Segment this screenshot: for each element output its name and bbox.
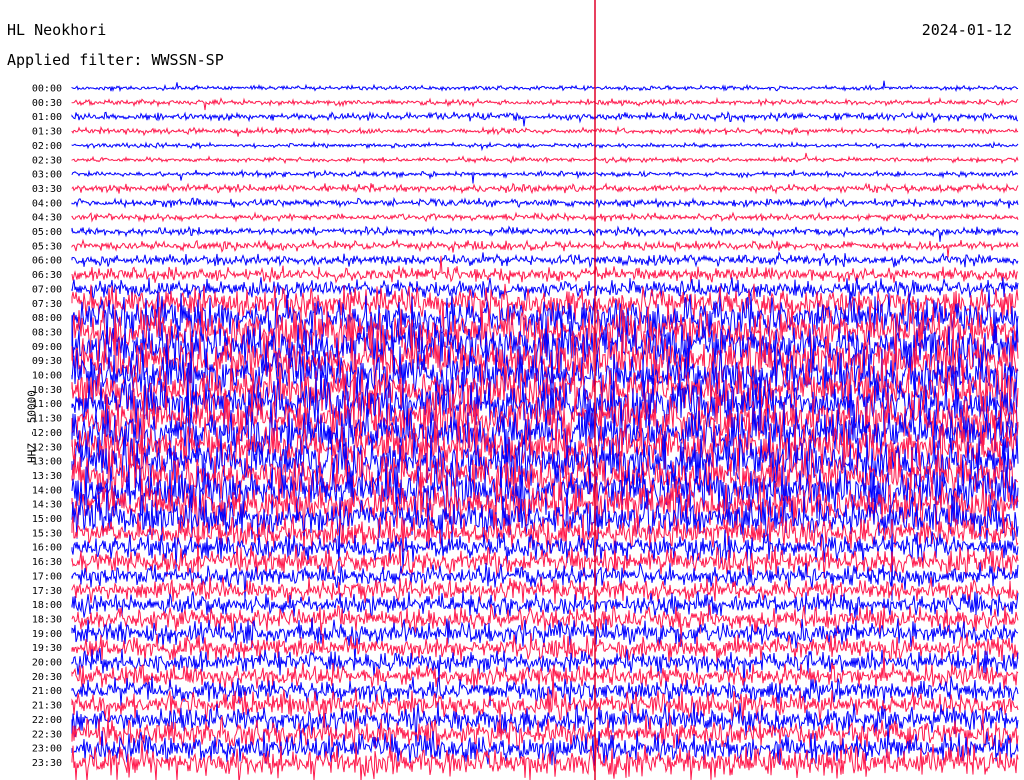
- trace-line: [71, 182, 1019, 195]
- row-time-label: 18:30: [32, 614, 62, 625]
- row-time-label: 06:00: [32, 256, 62, 267]
- row-time-label: 19:00: [32, 629, 62, 640]
- row-time-label: 01:00: [32, 112, 62, 123]
- trace-line: [71, 196, 1019, 209]
- row-time-label: 20:00: [32, 658, 62, 669]
- trace-line: [71, 545, 1019, 579]
- record-date: 2024-01-12: [921, 21, 1012, 39]
- row-time-label: 19:30: [32, 643, 62, 654]
- row-time-label: 08:00: [32, 313, 62, 324]
- row-time-label: 16:30: [32, 557, 62, 568]
- trace-line: [71, 80, 1019, 93]
- row-time-label: 21:30: [32, 701, 62, 712]
- row-time-label: 21:00: [32, 686, 62, 697]
- row-time-label: 10:00: [32, 371, 62, 382]
- row-time-label: 15:30: [32, 528, 62, 539]
- row-time-label: 22:30: [32, 729, 62, 740]
- trace-line: [71, 211, 1019, 224]
- row-time-label: 02:30: [32, 155, 62, 166]
- row-time-label: 09:00: [32, 342, 62, 353]
- row-time-label: 01:30: [32, 127, 62, 138]
- trace-line: [71, 125, 1019, 137]
- row-time-label: 17:30: [32, 586, 62, 597]
- row-time-label: 05:00: [32, 227, 62, 238]
- row-time-label: 00:30: [32, 98, 62, 109]
- row-time-label: 23:30: [32, 758, 62, 769]
- row-time-label: 08:30: [32, 327, 62, 338]
- row-time-label: 04:30: [32, 213, 62, 224]
- row-time-label: 00:00: [32, 84, 62, 95]
- row-time-label: 13:30: [32, 471, 62, 482]
- trace-line: [71, 110, 1019, 127]
- trace-line: [71, 238, 1019, 258]
- trace-line: [71, 225, 1019, 242]
- filter-label: Applied filter: WWSSN-SP: [7, 51, 224, 69]
- row-time-label: 22:00: [32, 715, 62, 726]
- row-time-label: 07:30: [32, 299, 62, 310]
- row-time-label: 03:00: [32, 170, 62, 181]
- row-time-label: 06:30: [32, 270, 62, 281]
- row-time-label: 14:00: [32, 485, 62, 496]
- seismogram-plot: 00:00 00:30 01:00 01:30 02:00 02:30 03:00 03:30…: [32, 0, 1019, 780]
- row-time-label: 07:00: [32, 284, 62, 295]
- row-time-label: 02:00: [32, 141, 62, 152]
- trace-line: [71, 251, 1019, 269]
- row-time-label: 04:00: [32, 198, 62, 209]
- row-time-label: 17:00: [32, 571, 62, 582]
- row-time-label: 18:00: [32, 600, 62, 611]
- trace-line: [71, 646, 1019, 690]
- row-time-label: 16:00: [32, 543, 62, 554]
- row-time-label: 09:30: [32, 356, 62, 367]
- station-name: HL Neokhori: [7, 21, 107, 39]
- row-time-label: 20:30: [32, 672, 62, 683]
- row-time-label: 14:30: [32, 500, 62, 511]
- row-time-label: 05:30: [32, 241, 62, 252]
- row-time-label: 23:00: [32, 744, 62, 755]
- trace-line: [71, 277, 1019, 302]
- row-time-label: 03:30: [32, 184, 62, 195]
- row-time-label: 15:00: [32, 514, 62, 525]
- trace-line: [71, 140, 1019, 152]
- trace-line: [71, 590, 1019, 619]
- trace-line: [71, 96, 1019, 111]
- trace-line: [71, 168, 1018, 184]
- channel-axis-label: HHZ - 50000: [25, 390, 39, 463]
- trace-line: [71, 152, 1019, 165]
